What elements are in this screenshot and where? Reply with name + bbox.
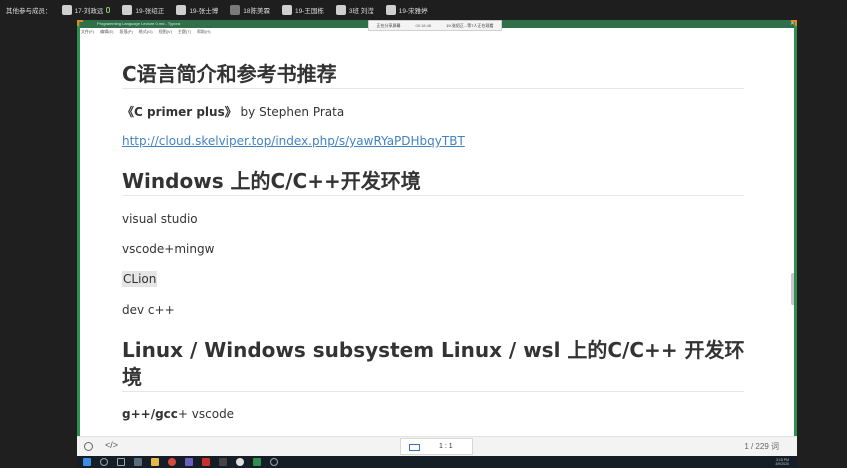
download-link[interactable]: http://cloud.skelviper.top/index.php/s/y… <box>122 134 465 148</box>
participants-label: 其他参与成员： <box>6 8 52 15</box>
app-icon[interactable] <box>185 458 193 466</box>
app-icon[interactable] <box>236 458 244 466</box>
file-explorer-icon[interactable] <box>151 458 159 466</box>
word-count[interactable]: 1 / 229 词 <box>744 441 779 452</box>
task-view-icon[interactable] <box>117 458 125 466</box>
participant-item[interactable]: 17-刘政远 <box>61 5 111 15</box>
tool-visual-studio: visual studio <box>122 212 198 226</box>
monitor-icon <box>409 444 420 451</box>
tool-vscode-mingw: vscode+mingw <box>122 242 215 256</box>
share-timer: 00:18:48 <box>415 23 432 28</box>
avatar <box>176 5 187 15</box>
tool-dev-cpp: dev c++ <box>122 303 175 317</box>
gcc-line: g++/gcc+ vscode <box>122 407 234 421</box>
menu-format[interactable]: 格式(O) <box>139 29 153 35</box>
participant-item[interactable]: 3班 刘滢 <box>335 5 374 15</box>
avatar <box>335 5 346 15</box>
source-code-mode-icon[interactable]: </> <box>105 440 118 450</box>
search-icon[interactable] <box>100 458 108 466</box>
participant-item[interactable]: 18陈美霖 <box>230 5 270 15</box>
app-icon[interactable] <box>253 458 261 466</box>
heading-linux-env: Linux / Windows subsystem Linux / wsl 上的… <box>122 338 745 362</box>
gcc-bold: g++/gcc <box>122 407 178 421</box>
share-status: 正在分享屏幕 <box>376 22 401 28</box>
share-border-left <box>77 20 80 456</box>
heading-divider <box>122 391 744 392</box>
mic-icon <box>106 7 111 13</box>
windows-start-icon[interactable] <box>83 458 91 466</box>
book-author: by Stephen Prata <box>236 105 345 119</box>
participant-item[interactable]: 19-张士博 <box>176 5 218 15</box>
book-line: 《C primer plus》 by Stephen Prata <box>122 103 344 120</box>
heading-divider <box>122 195 744 196</box>
gcc-rest: + vscode <box>177 407 235 421</box>
window-title: Programming Language Lecture 0.md - Typo… <box>97 21 181 26</box>
menu-paragraph[interactable]: 段落(P) <box>119 29 132 35</box>
menu-help[interactable]: 帮助(H) <box>197 29 211 35</box>
screen-share-banner[interactable]: 正在分享屏幕 00:18:48 19-张绍正...等7人正在观看 <box>368 20 502 31</box>
chrome-icon[interactable] <box>168 458 176 466</box>
share-border-right <box>794 20 797 456</box>
heading-c-intro: C语言简介和参考书推荐 <box>122 62 337 86</box>
document-content[interactable]: C语言简介和参考书推荐 《C primer plus》 by Stephen P… <box>77 35 797 453</box>
participant-item[interactable]: 19-张绍正 <box>122 5 164 15</box>
share-viewers: 19-张绍正...等7人正在观看 <box>446 22 494 28</box>
avatar <box>122 5 133 15</box>
menu-edit[interactable]: 编辑(E) <box>100 29 113 35</box>
heading-divider <box>122 88 744 89</box>
app-icon[interactable] <box>134 458 142 466</box>
avatar <box>385 5 396 15</box>
system-clock[interactable]: 3:18 PM 3/9/2020 <box>775 458 789 466</box>
typora-window: Programming Language Lecture 0.md - Typo… <box>77 20 797 456</box>
participant-item[interactable]: 19-王国栋 <box>281 5 324 15</box>
menu-file[interactable]: 文件(F) <box>81 29 94 35</box>
avatar <box>61 5 72 15</box>
book-title: 《C primer plus》 <box>122 105 237 119</box>
zoom-control[interactable]: 1 : 1 <box>400 438 473 455</box>
heading-windows-env: Windows 上的C/C++开发环境 <box>122 169 421 193</box>
avatar <box>281 5 292 15</box>
heading-linux-env-cont: 境 <box>122 365 142 389</box>
editor-status-bar: </> 1 : 1 1 / 229 词 <box>77 436 797 456</box>
app-icon[interactable] <box>219 458 227 466</box>
pdf-reader-icon[interactable] <box>202 458 210 466</box>
highlighted-text[interactable]: CLion <box>122 271 158 287</box>
menu-theme[interactable]: 主题(T) <box>178 29 191 35</box>
share-corner-marker <box>77 20 83 26</box>
windows-taskbar: 3:18 PM 3/9/2020 <box>77 456 797 468</box>
share-corner-marker <box>791 20 797 26</box>
tool-clion: CLion <box>122 271 158 287</box>
participant-item[interactable]: 19-宋雅婷 <box>385 5 428 15</box>
avatar <box>230 5 241 15</box>
outline-toggle-icon[interactable] <box>84 442 93 451</box>
meeting-participants-bar: 其他参与成员： 17-刘政远 19-张绍正 19-张士博 18陈美霖 19-王国… <box>0 0 847 20</box>
zoom-level: 1 : 1 <box>439 443 453 450</box>
gear-icon[interactable] <box>270 458 278 466</box>
menu-view[interactable]: 视图(V) <box>159 29 172 35</box>
